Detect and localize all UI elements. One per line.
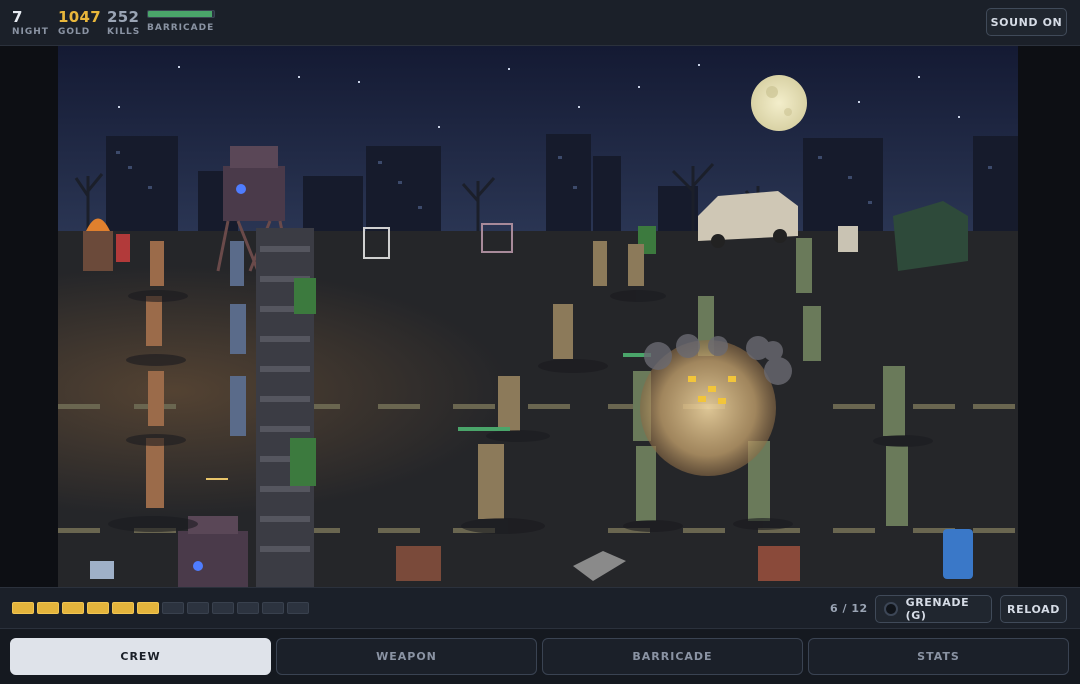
kills-counter: 252 KILLS [107, 10, 140, 37]
tab-stats[interactable]: STATS [808, 638, 1069, 675]
wooden-crate [396, 546, 441, 581]
ammo-pip-loaded [62, 602, 84, 614]
left-margin [0, 46, 58, 587]
barricade-label: BARRICADE [147, 23, 215, 33]
reload-button[interactable]: RELOAD [1000, 595, 1067, 623]
warning-sign [838, 226, 858, 252]
grenade-icon [884, 602, 898, 616]
gold-label: GOLD [58, 27, 91, 37]
ammo-pip-loaded [37, 602, 59, 614]
gold-value: 1047 [58, 8, 101, 26]
ammo-pip-loaded [112, 602, 134, 614]
sound-toggle-button[interactable]: SOUND ON [986, 8, 1067, 36]
kills-label: KILLS [107, 27, 141, 37]
night-value: 7 [12, 8, 23, 26]
ammo-pip-loaded [87, 602, 109, 614]
grenade-button[interactable]: GRENADE (G) [875, 595, 992, 623]
ammo-pip-empty [212, 602, 234, 614]
magazine-pips [12, 602, 309, 614]
ammo-count: 6 / 12 [830, 602, 868, 615]
bottom-tabs: CREW WEAPON BARRICADE STATS [0, 629, 1080, 684]
tab-barricade[interactable]: BARRICADE [542, 638, 803, 675]
supply-box [90, 561, 114, 579]
ammo-pip-empty [237, 602, 259, 614]
barricade-health-bar [147, 10, 215, 18]
night-label: NIGHT [12, 27, 49, 37]
grenade-button-label: GRENADE (G) [905, 596, 970, 622]
game-scene-svg[interactable] [58, 46, 1018, 587]
tab-weapon[interactable]: WEAPON [276, 638, 537, 675]
tab-crew[interactable]: CREW [10, 638, 271, 675]
ammo-pip-empty [287, 602, 309, 614]
muzzle-tracer [206, 478, 228, 480]
game-canvas[interactable] [58, 46, 1018, 587]
water-barrel [943, 529, 973, 579]
fire-barrel [83, 231, 113, 271]
tire-barricade[interactable] [256, 228, 316, 587]
night-counter: 7 NIGHT [12, 10, 49, 37]
top-hud: 7 NIGHT 1047 GOLD 252 KILLS BARRICADE SO… [0, 0, 1080, 46]
ammo-bar: 6 / 12 GRENADE (G) RELOAD [0, 587, 1080, 629]
ammo-pip-loaded [137, 602, 159, 614]
ammo-pip-empty [162, 602, 184, 614]
gas-can [116, 234, 130, 262]
barricade-health-fill [148, 11, 213, 17]
bottle-crate [758, 546, 800, 581]
ammo-pip-empty [262, 602, 284, 614]
gold-counter: 1047 GOLD [58, 10, 101, 37]
kills-value: 252 [107, 8, 140, 26]
right-margin [1018, 46, 1080, 587]
barricade-status: BARRICADE [147, 10, 215, 33]
ammo-pip-empty [187, 602, 209, 614]
moon [751, 75, 807, 131]
ammo-pip-loaded [12, 602, 34, 614]
